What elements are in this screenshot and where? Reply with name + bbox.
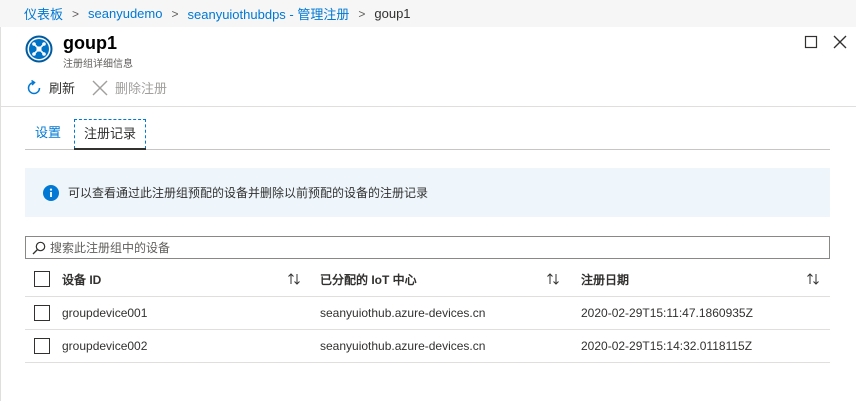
table-row[interactable]: groupdevice001 seanyuiothub.azure-device… [25,297,830,330]
refresh-label: 刷新 [49,81,76,96]
page-subtitle: 注册组详细信息 [63,59,133,70]
info-banner: 可以查看通过此注册组预配的设备并删除以前预配的设备的注册记录 [25,168,830,217]
select-all-checkbox[interactable] [34,271,50,287]
cell-device-id: groupdevice002 [62,339,148,353]
search-box[interactable] [25,236,830,259]
blade: goup1 注册组详细信息 刷新 删除注册 设置 注册记录 可以查看通过此注册组… [0,27,856,401]
command-bar: 刷新 删除注册 [1,72,856,107]
breadcrumb-item-manage-enrollments[interactable]: seanyuiothubdps - 管理注册 [188,4,350,23]
tab-settings[interactable]: 设置 [35,119,61,147]
search-icon [32,241,46,254]
delete-registration-button[interactable]: 删除注册 [91,78,167,97]
sort-icon[interactable] [806,273,820,285]
info-icon [43,184,59,201]
row-checkbox[interactable] [34,305,50,321]
delete-icon [92,80,108,95]
tab-registration-records[interactable]: 注册记录 [74,119,147,150]
cell-assigned-hub: seanyuiothub.azure-devices.cn [320,339,486,353]
sort-icon[interactable] [287,273,301,285]
sort-icon[interactable] [546,273,560,285]
refresh-button[interactable]: 刷新 [25,78,75,97]
close-icon[interactable] [832,34,848,50]
info-text: 可以查看通过此注册组预配的设备并删除以前预配的设备的注册记录 [68,186,429,200]
search-input[interactable] [50,240,810,255]
page-title: goup1 [63,33,117,53]
breadcrumb-separator: > [171,6,179,21]
delete-registration-label: 删除注册 [115,81,168,96]
breadcrumb-separator: > [358,6,366,21]
refresh-icon [27,79,41,94]
column-header-assigned-hub[interactable]: 已分配的 IoT 中心 [320,262,417,296]
tab-strip: 设置 注册记录 [25,119,830,150]
breadcrumb-current: goup1 [374,6,411,21]
cell-assigned-hub: seanyuiothub.azure-devices.cn [320,306,486,320]
column-header-registration-date[interactable]: 注册日期 [581,262,629,296]
breadcrumb: 仪表板 > seanyudemo > seanyuiothubdps - 管理注… [0,0,856,27]
maximize-icon[interactable] [803,34,819,50]
breadcrumb-item-resource-group[interactable]: seanyudemo [88,6,162,21]
cell-device-id: groupdevice001 [62,306,148,320]
blade-header: goup1 注册组详细信息 [1,27,856,72]
column-header-device-id[interactable]: 设备 ID [62,262,101,296]
table-row[interactable]: groupdevice002 seanyuiothub.azure-device… [25,330,830,363]
row-checkbox[interactable] [34,338,50,354]
devices-table: 设备 ID 已分配的 IoT 中心 注册日期 groupdevice001 se… [25,262,830,363]
breadcrumb-separator: > [72,6,80,21]
breadcrumb-item-dashboard[interactable]: 仪表板 [24,4,63,23]
cell-registration-date: 2020-02-29T15:11:47.1860935Z [581,306,753,320]
iot-dps-icon [25,35,53,63]
cell-registration-date: 2020-02-29T15:14:32.0118115Z [581,339,753,353]
table-header: 设备 ID 已分配的 IoT 中心 注册日期 [25,262,830,297]
